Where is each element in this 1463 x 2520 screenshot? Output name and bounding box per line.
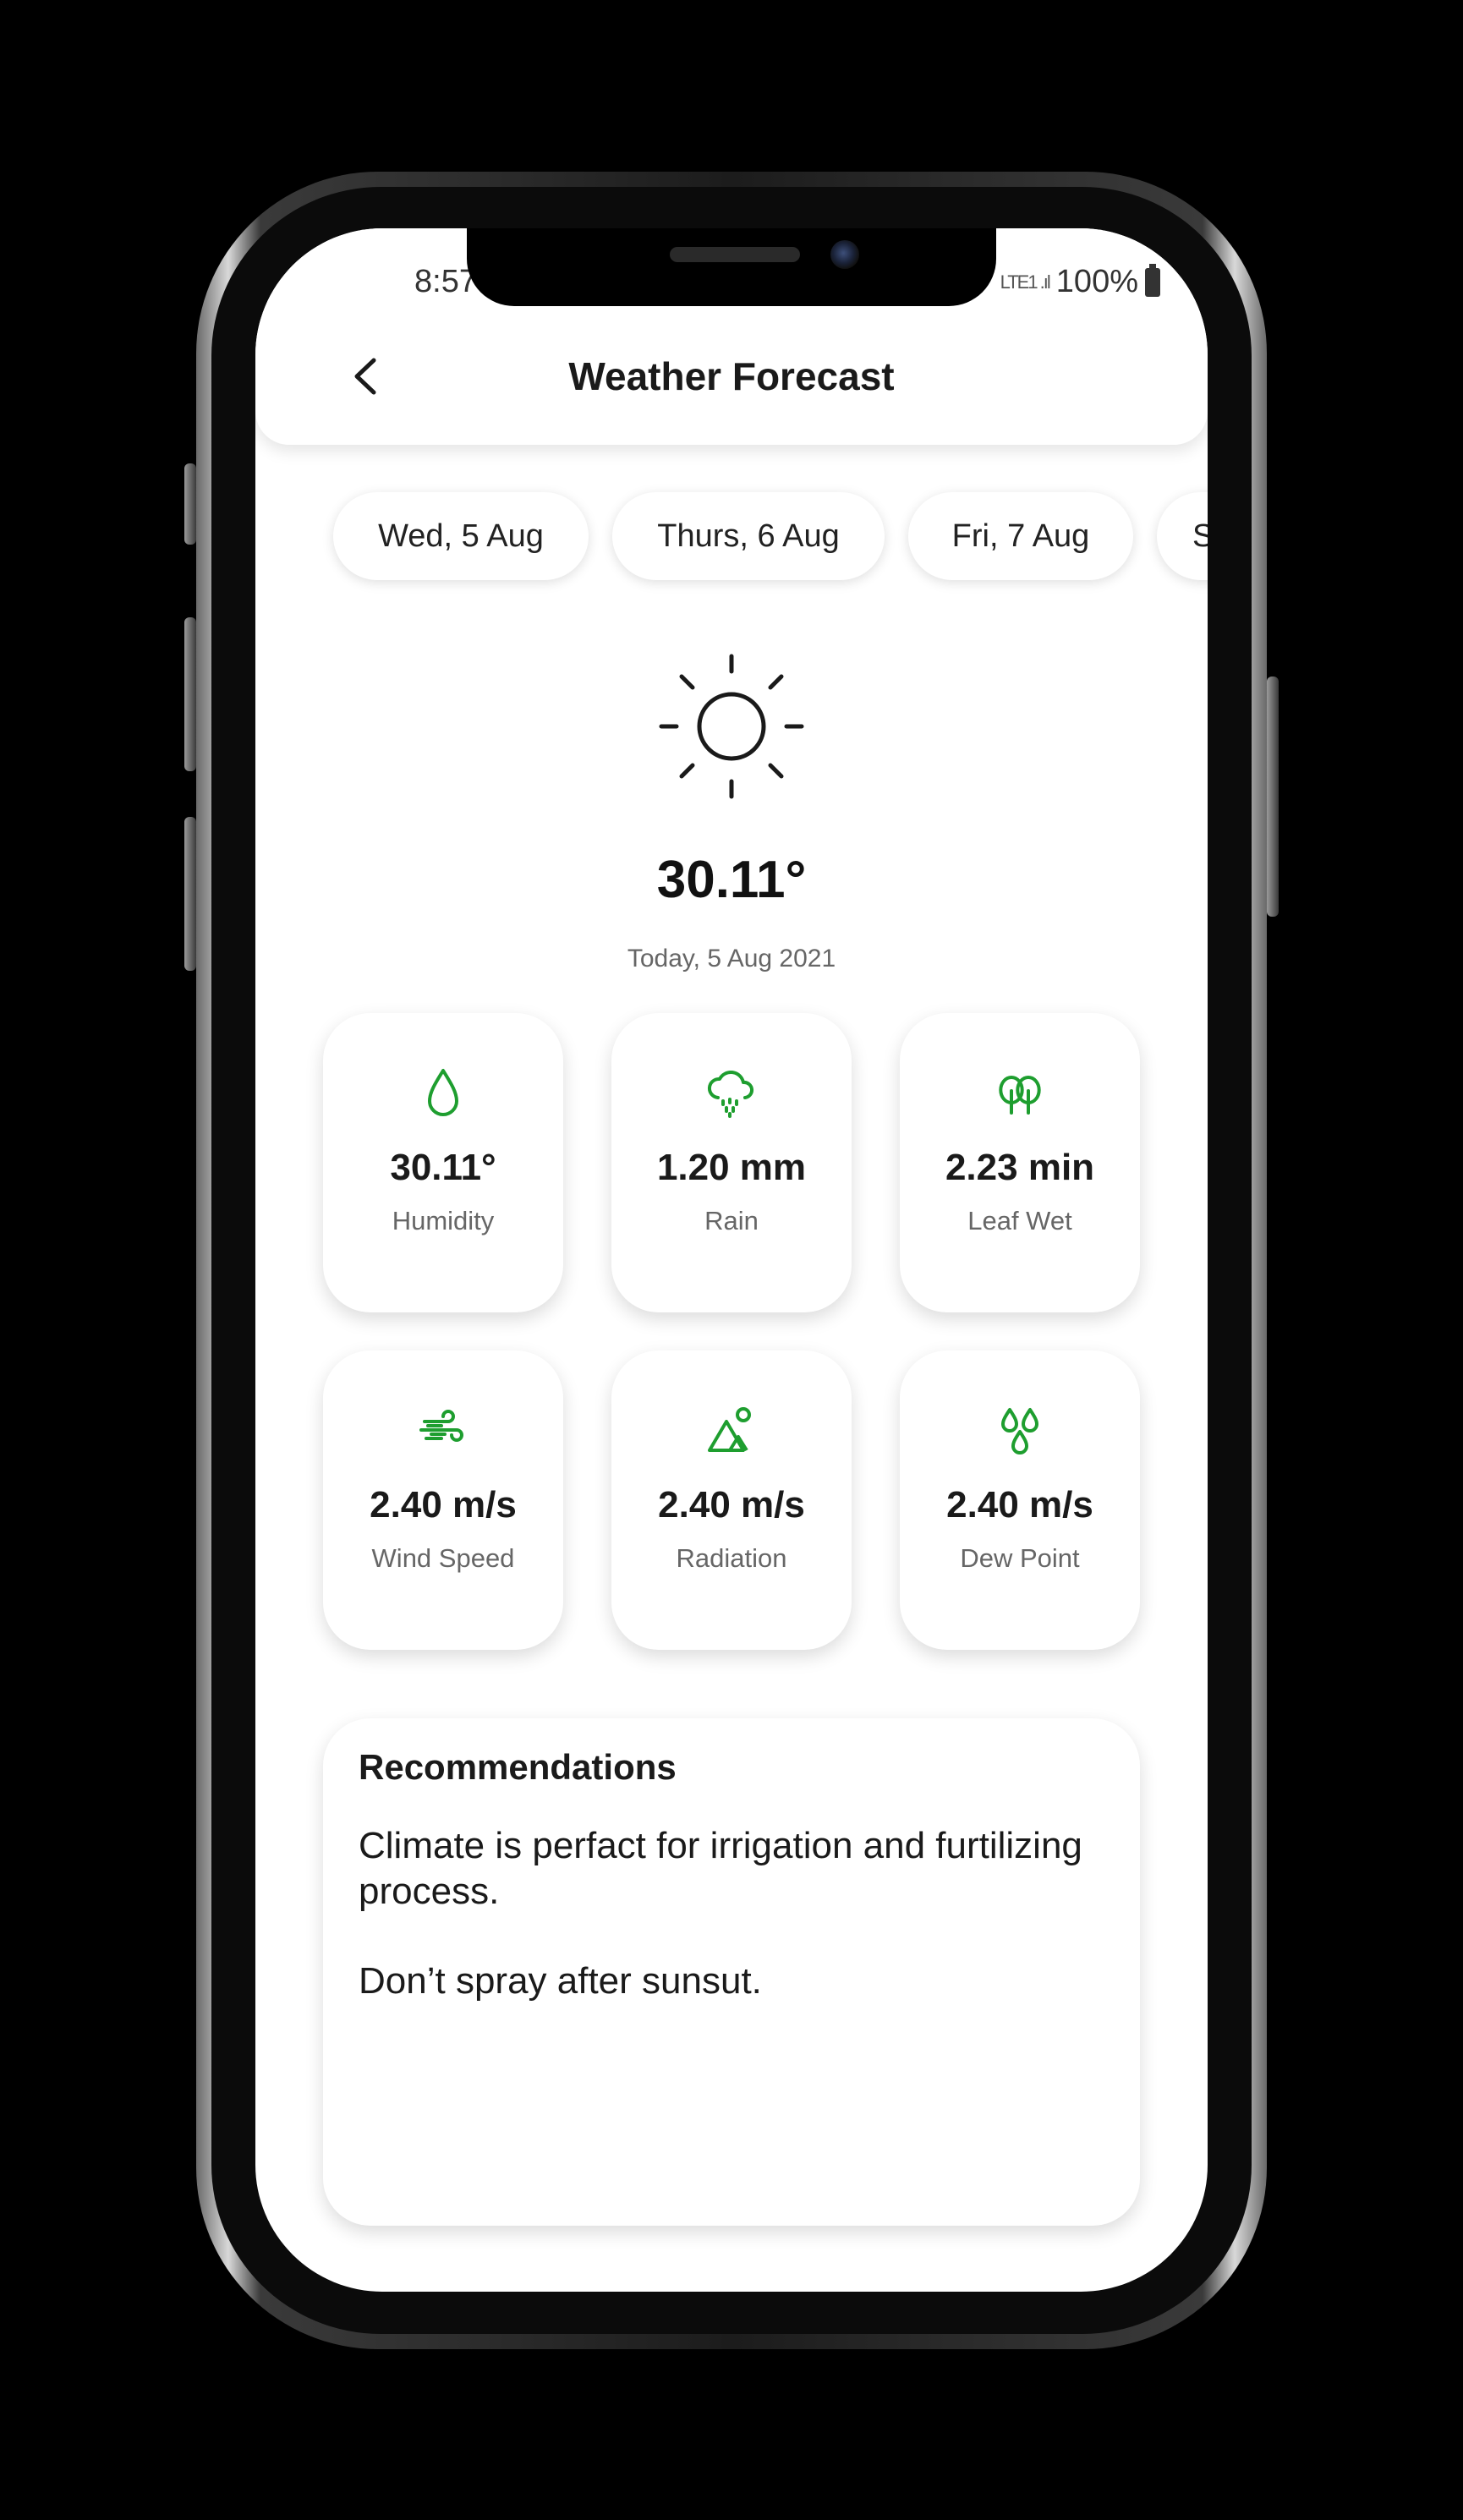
trees-icon	[999, 1076, 1041, 1115]
metric-label: Leaf Wet	[967, 1206, 1072, 1235]
metric-value: 1.20 mm	[656, 1147, 807, 1188]
day-chip[interactable]: Wed, 5 Aug	[333, 492, 589, 580]
front-camera	[830, 240, 859, 269]
dew-point-card[interactable]: 2.40 m/s Dew Point	[900, 1350, 1140, 1650]
mountain-sun-icon	[708, 1407, 751, 1452]
day-chip[interactable]: Thurs, 6 Aug	[612, 492, 885, 580]
wind-speed-card[interactable]: 2.40 m/s Wind Speed	[323, 1350, 563, 1650]
day-selector: Wed, 5 Aug Thurs, 6 Aug Fri, 7 Aug S	[333, 492, 1208, 580]
metric-value: 30.11°	[390, 1147, 496, 1188]
recommendations-title: Recommendations	[359, 1747, 677, 1787]
current-temperature: 30.11°	[656, 851, 807, 909]
metric-value: 2.40 m/s	[370, 1484, 517, 1526]
recommendation-text: Climate is perfact for irrigation and fu…	[359, 1825, 1082, 1912]
day-chip[interactable]: S	[1157, 492, 1208, 580]
metric-value: 2.23 min	[945, 1147, 1095, 1188]
rain-cloud-icon	[707, 1070, 753, 1118]
metric-label: Rain	[704, 1206, 759, 1235]
status-indicators: LTE1 .ıl 100%	[1000, 263, 1160, 300]
metric-value: 2.40 m/s	[946, 1484, 1093, 1526]
dew-drops-icon	[1001, 1408, 1038, 1454]
humidity-card[interactable]: 30.11° Humidity	[323, 1013, 563, 1312]
rain-card[interactable]: 1.20 mm Rain	[611, 1013, 852, 1312]
battery-icon	[1145, 263, 1160, 297]
recommendations-card: Recommendations Climate is perfact for i…	[323, 1718, 1140, 2226]
volume-down-button	[184, 817, 196, 971]
metric-value: 2.40 m/s	[658, 1484, 805, 1526]
day-chip[interactable]: Fri, 7 Aug	[908, 492, 1133, 580]
wind-icon	[419, 1410, 463, 1442]
earpiece-speaker	[670, 247, 800, 262]
metric-label: Wind Speed	[371, 1543, 515, 1573]
page-title: Weather Forecast	[568, 354, 895, 398]
metric-label: Dew Point	[960, 1543, 1080, 1573]
silent-switch	[184, 463, 196, 545]
volume-up-button	[184, 617, 196, 771]
radiation-card[interactable]: 2.40 m/s Radiation	[611, 1350, 852, 1650]
droplet-icon	[428, 1069, 458, 1116]
recommendation-text: Don’t spray after sunsut.	[359, 1960, 762, 2002]
device-notch	[467, 228, 996, 306]
sun-icon	[659, 654, 804, 799]
current-date: Today, 5 Aug 2021	[627, 945, 836, 972]
metric-label: Radiation	[676, 1543, 787, 1573]
battery-percentage: 100%	[1055, 264, 1138, 299]
power-button	[1267, 677, 1279, 917]
metric-label: Humidity	[392, 1206, 495, 1235]
app-screen: 8:57 LTE1 .ıl 100% Weather Forecast Wed,…	[255, 228, 1208, 2292]
signal-icon: LTE1 .ıl	[1000, 271, 1051, 293]
leaf-wet-card[interactable]: 2.23 min Leaf Wet	[900, 1013, 1140, 1312]
